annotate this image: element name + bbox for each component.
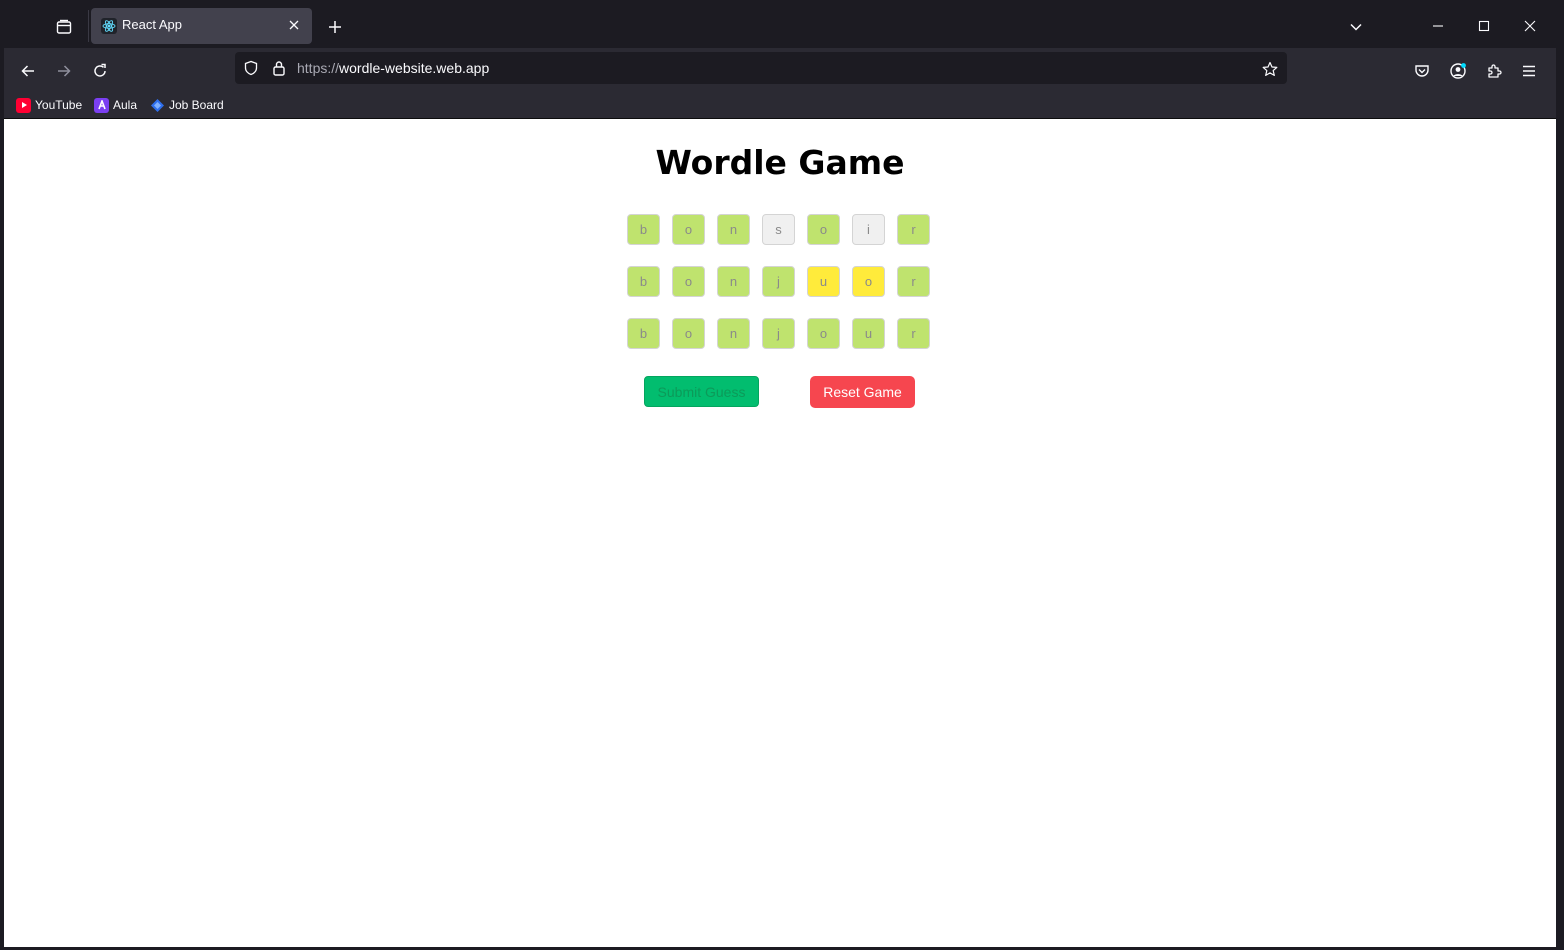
close-icon [1524,20,1536,32]
letter-tile: u [807,266,840,297]
youtube-icon [16,97,31,113]
account-button[interactable] [1443,56,1473,86]
aula-icon [94,97,109,113]
page-content: Wordle Game bonsoirbonjuorbonjour Submit… [4,118,1556,947]
letter-tile: o [672,318,705,349]
bookmarks-toolbar: YouTube Aula Job Board [4,92,1556,118]
reset-game-button[interactable]: Reset Game [810,376,915,408]
tab-divider [88,10,89,42]
bookmark-label: Job Board [169,98,224,112]
hamburger-menu-icon [1523,65,1535,77]
forward-button[interactable] [48,56,80,86]
browser-window: React App https://wordle-website.web.app… [4,4,1556,947]
guess-row: bonjuor [627,266,933,298]
submit-guess-button[interactable]: Submit Guess [644,376,759,407]
minimize-button[interactable] [1416,10,1460,42]
puzzle-icon [1488,64,1502,78]
pocket-button[interactable] [1407,56,1437,86]
guess-row: bonjour [627,318,933,350]
star-icon [1262,61,1278,76]
letter-tile: n [717,266,750,297]
letter-tile: n [717,318,750,349]
letter-tile: o [672,266,705,297]
firefox-view-icon [56,19,72,34]
extensions-button[interactable] [1479,56,1509,86]
url-text: https://wordle-website.web.app [297,60,489,76]
letter-tile: o [852,266,885,297]
guess-row: bonsoir [627,214,933,246]
tab-strip: React App [4,4,1556,48]
plus-icon [329,21,341,33]
pocket-icon [1415,65,1429,77]
arrow-right-icon [58,65,71,77]
letter-tile: r [897,266,930,297]
bookmark-star-button[interactable] [1259,58,1281,80]
url-host: wordle-website.web.app [339,60,490,76]
letter-tile: o [672,214,705,245]
tab-react-app[interactable]: React App [91,8,312,44]
bookmark-label: Aula [113,98,138,112]
reload-button[interactable] [84,56,116,86]
job-board-icon [150,98,165,113]
firefox-view-button[interactable] [50,14,78,40]
list-all-tabs-button[interactable] [1342,14,1370,40]
navigation-toolbar: https://wordle-website.web.app [4,48,1556,92]
tab-close-button[interactable] [284,15,304,35]
arrow-left-icon [21,65,34,77]
letter-tile: b [627,318,660,349]
letter-tile: r [897,318,930,349]
shield-icon [244,60,258,76]
letter-tile: b [627,214,660,245]
page-title: Wordle Game [655,143,905,182]
letter-tile: o [807,214,840,245]
window-close-button[interactable] [1508,10,1552,42]
reload-icon [94,63,106,77]
url-scheme: https:// [297,60,340,76]
letter-tile: j [762,266,795,297]
lock-icon [273,61,285,76]
letter-tile: u [852,318,885,349]
maximize-icon [1478,20,1490,32]
back-button[interactable] [12,56,44,86]
bookmark-aula[interactable]: Aula [94,96,137,114]
close-icon [289,20,299,30]
maximize-button[interactable] [1462,10,1506,42]
letter-tile: b [627,266,660,297]
bookmark-youtube[interactable]: YouTube [16,96,82,114]
letter-tile: n [717,214,750,245]
account-icon [1450,63,1466,79]
letter-tile: i [852,214,885,245]
bookmark-label: YouTube [35,98,83,112]
react-icon [101,18,117,34]
bookmark-job-board[interactable]: Job Board [150,96,224,114]
tab-title: React App [122,17,182,32]
letter-tile: o [807,318,840,349]
menu-button[interactable] [1514,56,1544,86]
letter-tile: s [762,214,795,245]
address-bar[interactable]: https://wordle-website.web.app [235,52,1287,84]
new-tab-button[interactable] [322,14,348,40]
chevron-down-icon [1350,23,1362,31]
minimize-icon [1433,25,1443,27]
letter-tile: r [897,214,930,245]
letter-tile: j [762,318,795,349]
